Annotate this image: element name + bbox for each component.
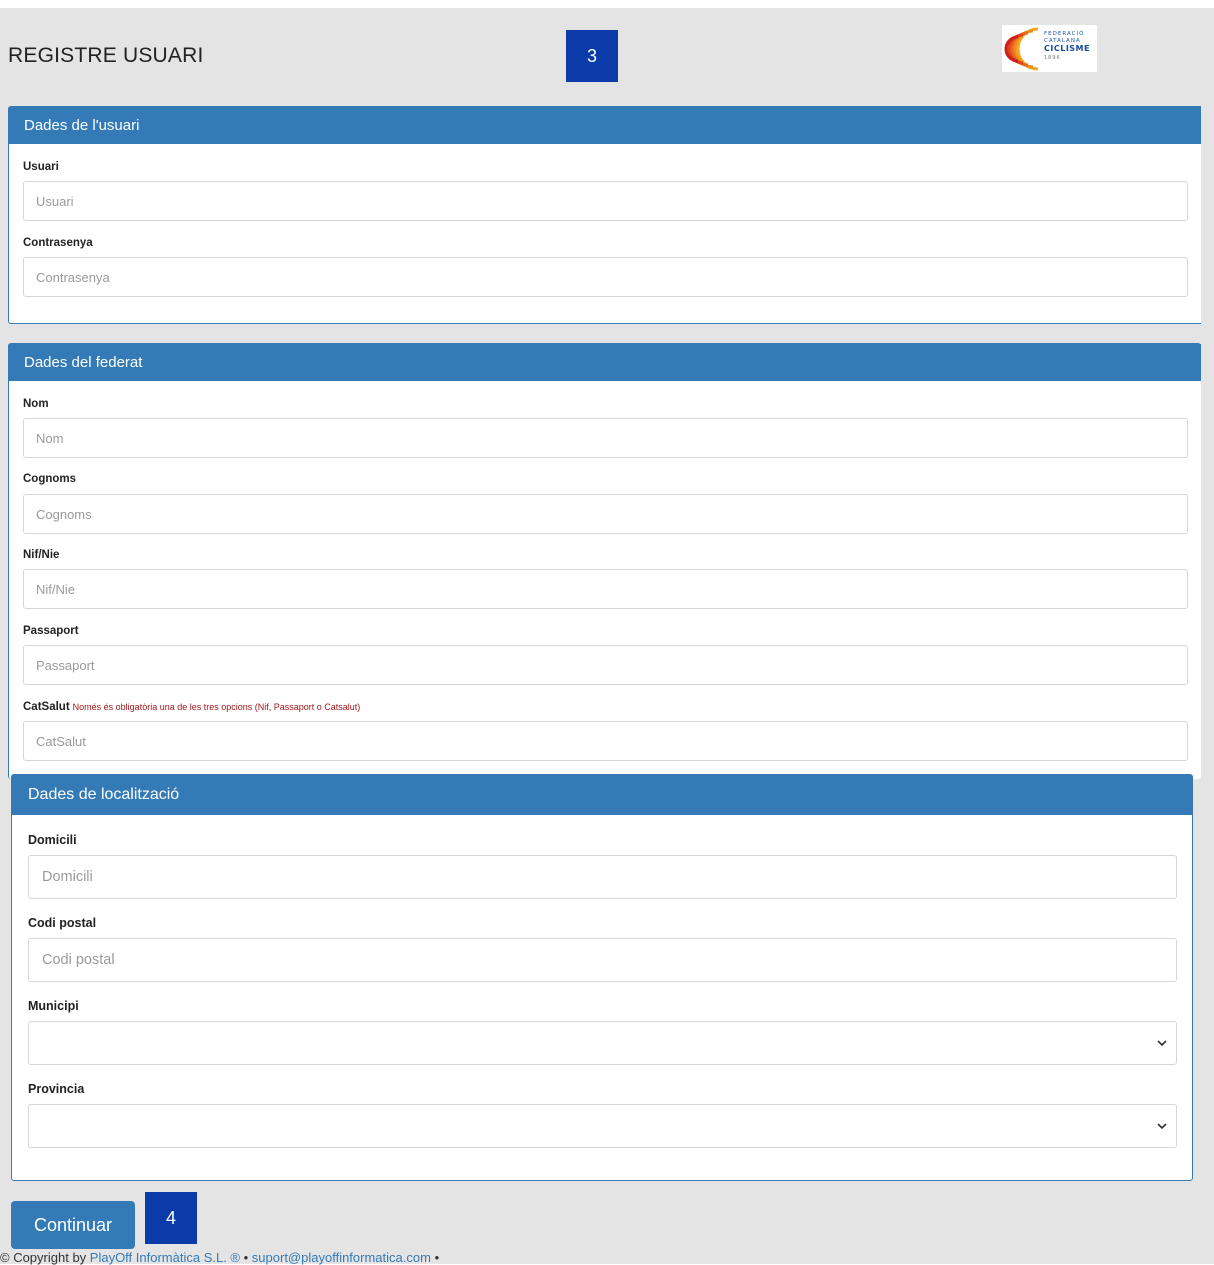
continue-button[interactable]: Continuar — [11, 1201, 135, 1249]
footer-separator: • — [240, 1250, 252, 1265]
chevron-down-icon — [1157, 1123, 1167, 1130]
panel-heading: Dades del federat — [9, 344, 1201, 381]
codi-postal-input[interactable]: Codi postal — [28, 938, 1177, 982]
field-label-usuari: Usuari — [23, 161, 59, 173]
catsalut-note: Només és obligatòria una de les tres opc… — [72, 702, 361, 712]
logo-arcs-icon — [1004, 27, 1039, 71]
domicili-input[interactable]: Domicili — [28, 855, 1177, 899]
passaport-input[interactable]: Passaport — [23, 645, 1188, 685]
nif-input[interactable]: Nif/Nie — [23, 569, 1188, 609]
panel-heading: Dades de localització — [12, 775, 1192, 815]
field-label-cognoms: Cognoms — [23, 473, 77, 485]
footer-copyright: © Copyright by — [0, 1250, 90, 1265]
field-label-nom: Nom — [23, 398, 49, 410]
panel-federat-data: Dades del federat Nom Nom Cognoms Cognom… — [8, 343, 1201, 779]
field-label-passaport: Passaport — [23, 625, 79, 637]
usuari-input[interactable]: Usuari — [23, 181, 1188, 221]
footer-email-link[interactable]: suport@playoffinformatica.com — [252, 1250, 431, 1265]
panel-user-data: Dades de l'usuari Usuari Usuari Contrase… — [8, 106, 1201, 324]
panel-location-data: Dades de localització Domicili Domicili … — [11, 774, 1193, 1181]
field-label-catsalut: CatSalut Només és obligatòria una de les … — [23, 701, 360, 713]
field-label-provincia: Provincia — [28, 1082, 85, 1096]
catsalut-label-text: CatSalut — [23, 701, 70, 713]
footer-company-link[interactable]: PlayOff Informàtica S.L. ® — [90, 1250, 240, 1265]
logo-text-line4: 1896 — [1044, 55, 1061, 61]
footer-trail: • — [430, 1250, 440, 1265]
field-label-nif: Nif/Nie — [23, 549, 60, 561]
federation-logo: FEDERACIÓ CATALANA CICLISME 1896 — [1002, 25, 1097, 72]
municipi-select[interactable] — [28, 1021, 1177, 1065]
provincia-select[interactable] — [28, 1104, 1177, 1148]
page-title: REGISTRE USUARI — [8, 44, 204, 67]
footer: © Copyright by PlayOff Informàtica S.L. … — [0, 1250, 439, 1265]
field-label-contrasenya: Contrasenya — [23, 237, 93, 249]
step-badge-3: 3 — [566, 30, 618, 82]
chevron-down-icon — [1157, 1040, 1167, 1047]
nom-input[interactable]: Nom — [23, 418, 1188, 458]
panel-heading: Dades de l'usuari — [9, 107, 1201, 144]
field-label-domicili: Domicili — [28, 833, 77, 847]
logo-text-line3: CICLISME — [1044, 44, 1090, 53]
field-label-municipi: Municipi — [28, 999, 79, 1013]
step-badge-4: 4 — [145, 1192, 197, 1244]
catsalut-input[interactable]: CatSalut — [23, 721, 1188, 761]
contrasenya-input[interactable]: Contrasenya — [23, 257, 1188, 297]
cognoms-input[interactable]: Cognoms — [23, 494, 1188, 534]
field-label-codi-postal: Codi postal — [28, 916, 97, 930]
logo-text-line1: FEDERACIÓ — [1044, 31, 1085, 37]
